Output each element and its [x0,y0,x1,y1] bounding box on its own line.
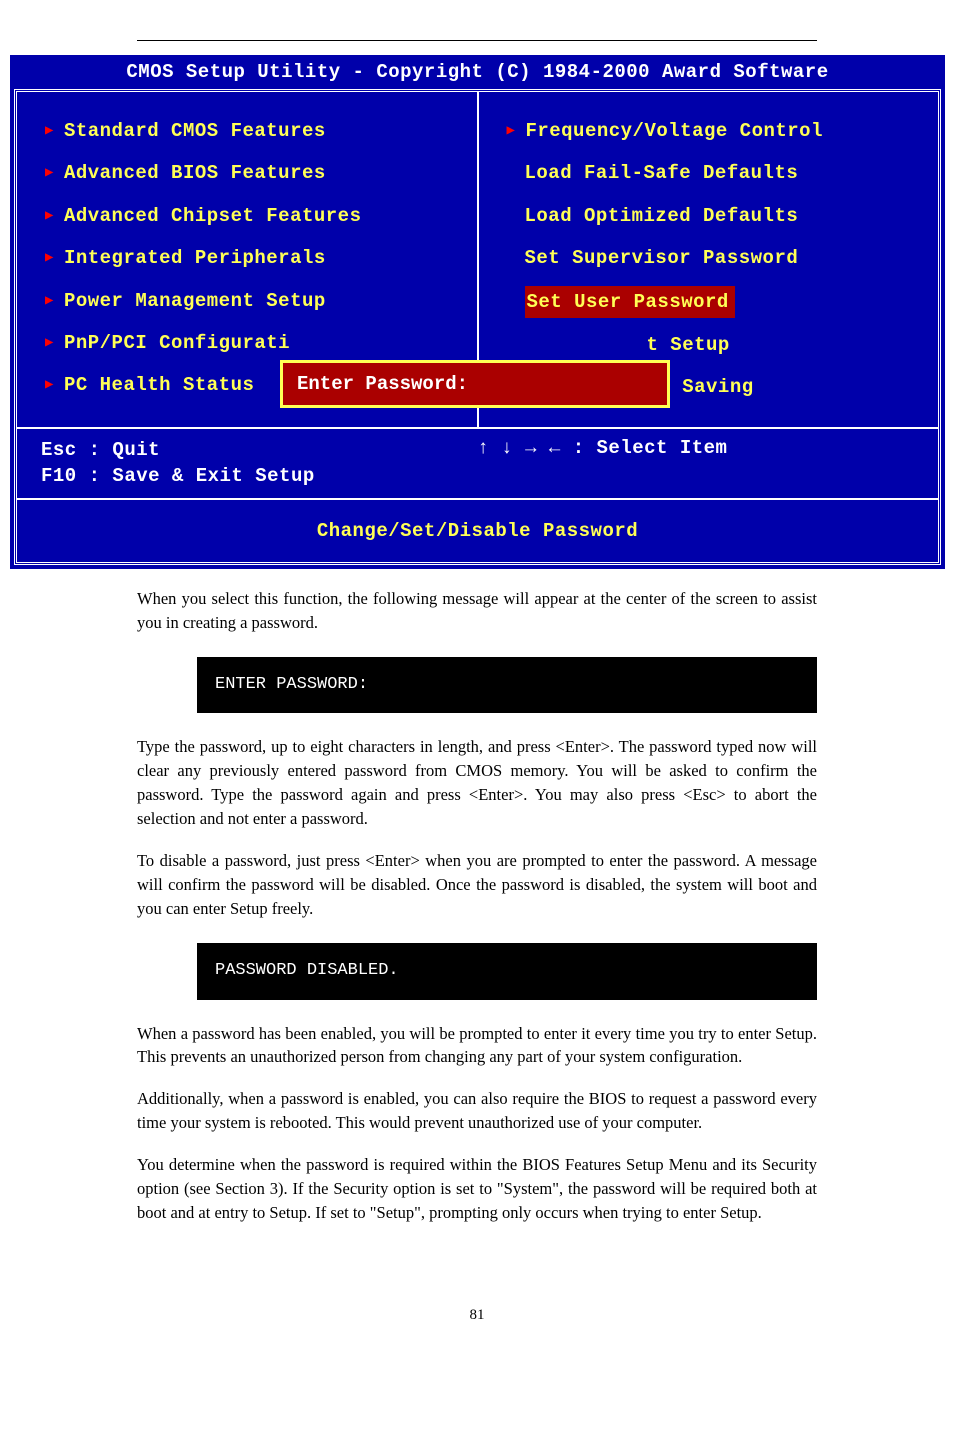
password-dialog[interactable]: Enter Password: [280,360,670,408]
document-body: When you select this function, the follo… [137,587,817,1327]
menu-load-optimized[interactable]: Load Optimized Defaults [507,195,929,237]
menu-advanced-chipset[interactable]: ▶Advanced Chipset Features [45,195,467,237]
paragraph: Type the password, up to eight character… [137,735,817,831]
menu-set-user-pw[interactable]: Set User Password [507,280,929,324]
paragraph: When you select this function, the follo… [137,587,817,635]
menu-integrated-peripherals[interactable]: ▶Integrated Peripherals [45,237,467,279]
triangle-icon: ▶ [45,205,54,227]
menu-load-failsafe[interactable]: Load Fail-Safe Defaults [507,152,929,194]
menu-power-management[interactable]: ▶Power Management Setup [45,280,467,322]
paragraph: To disable a password, just press <Enter… [137,849,817,921]
triangle-icon: ▶ [45,290,54,312]
bios-help-bar: Esc : Quit F10 : Save & Exit Setup ↑ ↓ →… [17,429,938,500]
help-save: F10 : Save & Exit Setup [41,463,478,490]
menu-freq-voltage[interactable]: ▶Frequency/Voltage Control [507,110,929,152]
bios-screenshot: CMOS Setup Utility - Copyright (C) 1984-… [10,55,945,569]
page-number: 81 [137,1305,817,1327]
paragraph: You determine when the password is requi… [137,1153,817,1225]
triangle-icon: ▶ [45,120,54,142]
triangle-icon: ▶ [45,162,54,184]
password-prompt: Enter Password: [297,373,468,395]
header-divider [137,40,817,41]
code-box-enter-password: ENTER PASSWORD: [197,657,817,714]
help-select: ↑ ↓ → ← : Select Item [478,437,915,490]
menu-advanced-bios[interactable]: ▶Advanced BIOS Features [45,152,467,194]
bios-hint: Change/Set/Disable Password [17,500,938,562]
menu-standard-cmos[interactable]: ▶Standard CMOS Features [45,110,467,152]
paragraph: When a password has been enabled, you wi… [137,1022,817,1070]
menu-set-supervisor-pw[interactable]: Set Supervisor Password [507,237,929,279]
triangle-icon: ▶ [45,332,54,354]
triangle-icon: ▶ [45,374,54,396]
paragraph: Additionally, when a password is enabled… [137,1087,817,1135]
help-quit: Esc : Quit [41,437,478,464]
triangle-icon: ▶ [507,120,516,142]
menu-pnp-pci[interactable]: ▶PnP/PCI Configurati [45,322,467,364]
triangle-icon: ▶ [45,247,54,269]
code-box-password-disabled: PASSWORD DISABLED. [197,943,817,1000]
bios-title: CMOS Setup Utility - Copyright (C) 1984-… [12,57,943,87]
